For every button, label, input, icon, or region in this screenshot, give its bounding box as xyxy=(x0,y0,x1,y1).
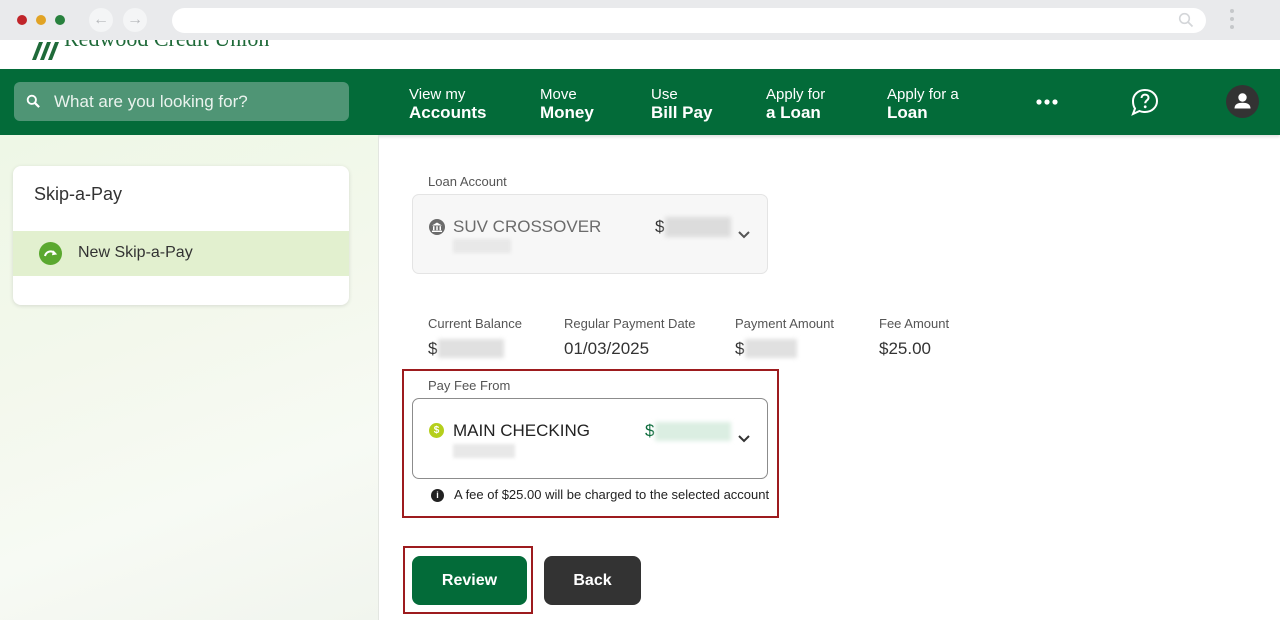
fee-account-balance-redacted xyxy=(655,422,731,441)
person-icon xyxy=(1234,93,1251,109)
address-bar[interactable] xyxy=(172,8,1206,33)
sidebar-card: Skip-a-Pay New Skip-a-Pay xyxy=(13,166,349,305)
fee-amount-label: Fee Amount xyxy=(879,316,950,331)
loan-account-name: SUV CROSSOVER xyxy=(453,217,602,236)
pay-fee-from-select[interactable]: $ MAIN CHECKING $ xyxy=(412,398,768,479)
window-close-dot[interactable] xyxy=(17,15,27,25)
sidebar-item-label: New Skip-a-Pay xyxy=(78,244,193,261)
nav-label-line1: View my xyxy=(409,86,466,103)
chevron-down-icon xyxy=(738,231,750,239)
regular-payment-date-label: Regular Payment Date xyxy=(564,316,696,331)
fee-account-currency: $ xyxy=(645,421,655,440)
more-horizontal-icon[interactable] xyxy=(1036,99,1058,105)
nav-label-line2: a Loan xyxy=(766,103,821,122)
window-maximize-dot[interactable] xyxy=(55,15,65,25)
dollar-icon: $ xyxy=(429,423,444,438)
nav-move-money[interactable]: Move Money xyxy=(540,86,594,122)
fee-notice: A fee of $25.00 will be charged to the s… xyxy=(454,487,770,502)
current-balance-label: Current Balance xyxy=(428,316,522,331)
payment-amount-label: Payment Amount xyxy=(735,316,834,331)
fee-account-number-redacted xyxy=(453,444,515,458)
browser-chrome: ← → xyxy=(0,0,1280,40)
nav-bill-pay[interactable]: Use Bill Pay xyxy=(651,86,712,122)
fee-account-name: MAIN CHECKING xyxy=(453,421,590,440)
loan-account-label: Loan Account xyxy=(428,174,507,189)
redwood-logo-icon[interactable] xyxy=(30,40,60,60)
fee-amount-value: $25.00 xyxy=(879,339,931,358)
logo-header: Redwood Credit Union xyxy=(0,40,1280,69)
nav-label-line1: Move xyxy=(540,86,577,103)
search-icon xyxy=(26,94,40,108)
nav-label-line2: Accounts xyxy=(409,103,487,122)
loan-account-number-redacted xyxy=(453,239,511,253)
nav-label-line2: Bill Pay xyxy=(651,103,713,122)
loan-account-select[interactable]: SUV CROSSOVER $ xyxy=(412,194,768,274)
nav-label-line1: Apply for a xyxy=(887,86,959,103)
brand-name: Redwood Credit Union xyxy=(64,40,269,52)
current-balance-redacted xyxy=(438,339,504,358)
loan-account-currency: $ xyxy=(655,217,665,236)
review-button[interactable]: Review xyxy=(412,556,527,605)
current-balance-value: $ xyxy=(428,339,438,358)
nav-label-line1: Use xyxy=(651,86,678,103)
nav-apply-loan[interactable]: Apply for a Loan xyxy=(766,86,825,122)
nav-label-line2: Money xyxy=(540,103,594,122)
loan-account-balance-redacted xyxy=(665,217,731,237)
browser-forward-icon[interactable]: → xyxy=(123,8,147,32)
regular-payment-date-value: 01/03/2025 xyxy=(564,339,650,358)
sidebar-title: Skip-a-Pay xyxy=(34,184,123,204)
back-button[interactable]: Back xyxy=(544,556,641,605)
bank-icon xyxy=(429,219,445,235)
nav-view-accounts[interactable]: View my Accounts xyxy=(409,86,486,122)
user-avatar-icon[interactable] xyxy=(1226,85,1259,118)
browser-back-icon[interactable]: ← xyxy=(89,8,113,32)
window-minimize-dot[interactable] xyxy=(36,15,46,25)
search-box[interactable] xyxy=(14,82,349,121)
search-icon xyxy=(1178,12,1194,28)
chat-help-icon[interactable] xyxy=(1130,88,1160,116)
pay-fee-from-label: Pay Fee From xyxy=(428,378,511,393)
sidebar-item-new-skip-a-pay[interactable]: New Skip-a-Pay xyxy=(13,231,349,276)
info-icon: i xyxy=(431,489,444,502)
payment-amount-redacted xyxy=(745,339,797,358)
chevron-down-icon xyxy=(738,435,750,443)
top-navigation: View my Accounts Move Money Use Bill Pay… xyxy=(0,69,1280,135)
browser-menu-icon[interactable] xyxy=(1229,9,1235,33)
nav-apply-for-a-loan[interactable]: Apply for a Loan xyxy=(887,86,959,122)
arrow-curve-icon xyxy=(39,242,62,265)
nav-label-line2: Loan xyxy=(887,103,928,122)
nav-label-line1: Apply for xyxy=(766,86,826,103)
payment-amount-value: $ xyxy=(735,339,745,358)
search-input[interactable] xyxy=(54,82,344,121)
